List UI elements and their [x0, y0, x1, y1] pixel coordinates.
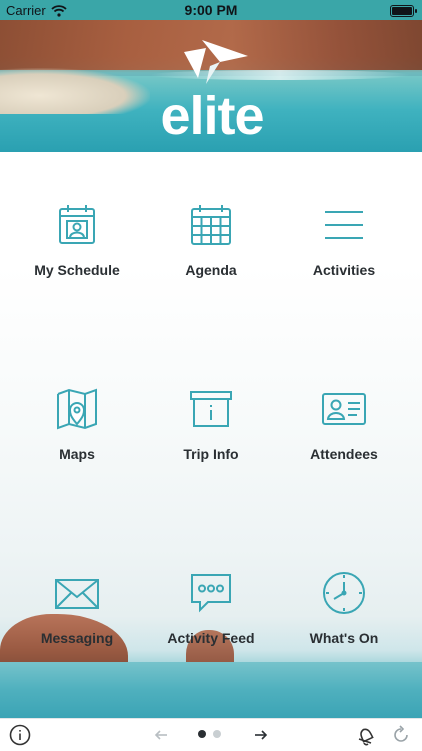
- tile-label: Agenda: [185, 262, 237, 278]
- tile-label: Messaging: [40, 630, 114, 646]
- arrow-right-icon: [255, 730, 268, 740]
- envelope-icon: [54, 570, 100, 616]
- page-dot: [213, 730, 221, 738]
- id-card-icon: [321, 386, 367, 432]
- tile-label: Trip Info: [183, 446, 239, 462]
- tile-activities[interactable]: Activities: [274, 202, 414, 278]
- logo-arrow-icon: [184, 40, 248, 84]
- tile-label: Activity Feed: [167, 630, 255, 646]
- previous-page-button[interactable]: [150, 724, 172, 746]
- tile-attendees[interactable]: Attendees: [274, 386, 414, 462]
- tile-whats-on[interactable]: What's On: [274, 570, 414, 646]
- calendar-grid-icon: [188, 202, 234, 248]
- tile-label: Attendees: [310, 446, 378, 462]
- info-button[interactable]: [9, 724, 31, 746]
- info-icon: [9, 724, 31, 746]
- next-page-button[interactable]: [250, 724, 272, 746]
- arrow-left-icon: [154, 730, 167, 740]
- tile-messaging[interactable]: Messaging: [7, 570, 147, 646]
- tile-my-schedule[interactable]: My Schedule: [7, 202, 147, 278]
- refresh-button[interactable]: [390, 724, 412, 746]
- page-indicator[interactable]: [198, 730, 221, 738]
- map-pin-icon: [54, 386, 100, 432]
- bottom-toolbar: [0, 718, 422, 751]
- info-box-icon: [188, 386, 234, 432]
- tile-maps[interactable]: Maps: [7, 386, 147, 462]
- tile-label: Maps: [59, 446, 95, 462]
- banner-beach: [0, 68, 150, 114]
- status-bar: Carrier 9:00 PM: [0, 0, 422, 20]
- clock-icon: [321, 570, 367, 616]
- list-lines-icon: [321, 202, 367, 248]
- background-sea: [0, 662, 422, 718]
- tile-label: My Schedule: [34, 262, 120, 278]
- tile-trip-info[interactable]: Trip Info: [141, 386, 281, 462]
- logo-wordmark: elite: [160, 86, 264, 146]
- tile-label: Activities: [312, 262, 376, 278]
- tile-activity-feed[interactable]: Activity Feed: [141, 570, 281, 646]
- chat-bubble-icon: [188, 570, 234, 616]
- notifications-button[interactable]: [355, 724, 377, 746]
- status-time: 9:00 PM: [184, 2, 238, 18]
- header-banner: elite: [0, 20, 422, 152]
- refresh-icon: [394, 725, 408, 742]
- bell-icon: [358, 728, 374, 746]
- tile-agenda[interactable]: Agenda: [141, 202, 281, 278]
- tile-label: What's On: [309, 630, 379, 646]
- battery-icon: [390, 5, 417, 17]
- calendar-person-icon: [54, 202, 100, 248]
- home-grid: My Schedule Agenda Activities Maps Trip …: [0, 152, 422, 718]
- page-dot-active: [198, 730, 206, 738]
